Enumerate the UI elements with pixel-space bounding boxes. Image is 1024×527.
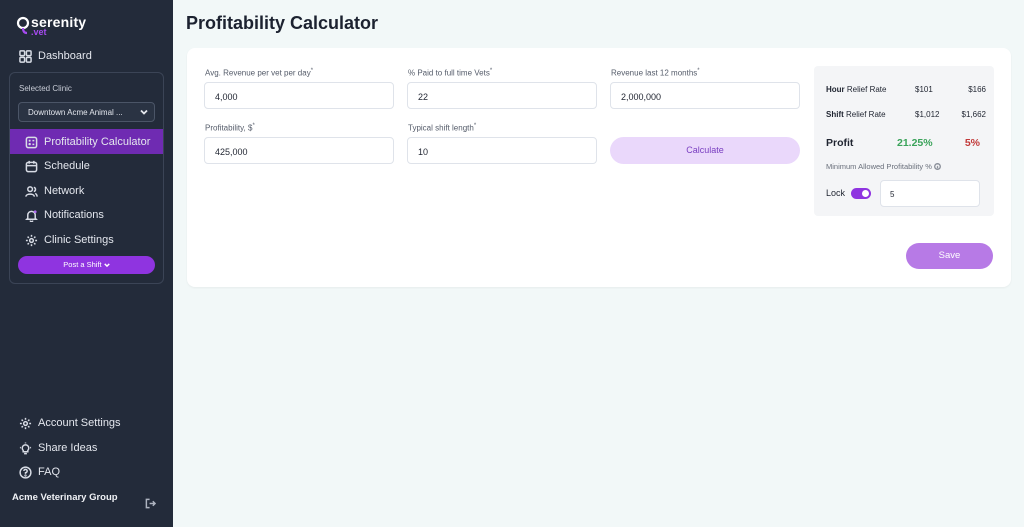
- logout-icon[interactable]: [145, 496, 157, 509]
- results-panel: Hour Relief Rate $101 $166 Shift Relief …: [814, 66, 994, 216]
- revenue-12m-label: Revenue last 12 months*: [611, 68, 700, 78]
- info-icon[interactable]: [933, 163, 941, 170]
- gear-icon: [18, 416, 32, 430]
- profit-min-value: 5%: [964, 137, 980, 149]
- sidebar: serenity .vet Dashboard Selected Clinic …: [0, 0, 173, 527]
- sidebar-item-account-settings[interactable]: Account Settings: [18, 416, 121, 430]
- nav-dashboard[interactable]: Dashboard: [18, 49, 92, 63]
- chevron-down-icon: [103, 260, 110, 269]
- clinic-select[interactable]: Downtown Acme Animal ...: [18, 102, 155, 122]
- sidebar-item-label: Account Settings: [38, 417, 121, 429]
- chevron-down-icon: [140, 108, 148, 116]
- sidebar-item-label: Notifications: [44, 209, 104, 221]
- profitability-label: Profitability, $*: [205, 123, 255, 133]
- profit-value: 21.25%: [897, 137, 933, 149]
- sidebar-item-notifications[interactable]: Notifications: [24, 208, 104, 222]
- lightbulb-icon: [18, 441, 32, 455]
- clinic-panel: Selected Clinic Downtown Acme Animal ...…: [9, 72, 164, 284]
- lock-toggle[interactable]: [851, 188, 871, 199]
- sidebar-item-schedule[interactable]: Schedule: [24, 159, 90, 173]
- selected-clinic-label: Selected Clinic: [19, 84, 72, 93]
- post-shift-button[interactable]: Post a Shift: [18, 256, 155, 274]
- grid-icon: [18, 49, 32, 63]
- shift-rate-value-1: $1,012: [915, 110, 940, 119]
- avg-revenue-label: Avg. Revenue per vet per day*: [205, 68, 314, 78]
- profitability-input[interactable]: 425,000: [204, 137, 394, 164]
- question-icon: [18, 465, 32, 479]
- calculate-button[interactable]: Calculate: [610, 137, 800, 164]
- shift-relief-rate-row: Shift Relief Rate $1,012 $1,662: [826, 110, 986, 119]
- paid-pct-label: % Paid to full time Vets*: [408, 68, 493, 78]
- clinic-select-value: Downtown Acme Animal ...: [28, 108, 123, 117]
- avg-revenue-input[interactable]: 4,000: [204, 82, 394, 109]
- calculator-icon: [24, 135, 38, 149]
- sidebar-item-label: Clinic Settings: [44, 234, 114, 246]
- hour-rate-value-2: $166: [968, 85, 986, 94]
- lock-label: Lock: [826, 188, 846, 198]
- sidebar-item-share-ideas[interactable]: Share Ideas: [18, 441, 97, 455]
- shift-rate-value-2: $1,662: [961, 110, 986, 119]
- min-profitability-input[interactable]: 5: [880, 180, 980, 207]
- calendar-icon: [24, 159, 38, 173]
- nav-dashboard-label: Dashboard: [38, 50, 92, 62]
- hour-relief-rate-row: Hour Relief Rate $101 $166: [826, 85, 986, 94]
- shift-length-input[interactable]: 10: [407, 137, 597, 164]
- hour-rate-value-1: $101: [915, 85, 933, 94]
- logo[interactable]: serenity .vet: [16, 13, 96, 37]
- sidebar-item-label: Network: [44, 185, 85, 197]
- sidebar-item-clinic-settings[interactable]: Clinic Settings: [24, 233, 114, 247]
- calculator-card: Avg. Revenue per vet per day* 4,000 % Pa…: [187, 48, 1011, 287]
- sidebar-item-label: Share Ideas: [38, 442, 98, 454]
- sidebar-item-faq[interactable]: FAQ: [18, 465, 60, 479]
- min-profitability-label: Minimum Allowed Profitability %: [826, 162, 941, 171]
- toggle-knob: [862, 190, 869, 197]
- shift-length-label: Typical shift length*: [408, 123, 477, 133]
- sidebar-item-label: FAQ: [38, 466, 61, 478]
- users-icon: [24, 184, 38, 198]
- logo-sub: .vet: [31, 27, 47, 37]
- sidebar-item-profitability-calculator[interactable]: Profitability Calculator: [24, 135, 150, 149]
- bell-icon: [24, 208, 38, 222]
- sidebar-item-label: Schedule: [44, 160, 90, 172]
- save-button[interactable]: Save: [906, 243, 993, 269]
- gear-icon: [24, 233, 38, 247]
- page-title: Profitability Calculator: [186, 13, 379, 33]
- post-shift-label: Post a Shift: [63, 260, 102, 269]
- sidebar-item-network[interactable]: Network: [24, 184, 84, 198]
- logo-mark-icon: [16, 16, 31, 35]
- org-name: Acme Veterinary Group: [12, 492, 118, 503]
- revenue-12m-input[interactable]: 2,000,000: [610, 82, 800, 109]
- profit-label: Profit: [826, 137, 854, 149]
- paid-pct-input[interactable]: 22: [407, 82, 597, 109]
- sidebar-item-label: Profitability Calculator: [44, 136, 151, 148]
